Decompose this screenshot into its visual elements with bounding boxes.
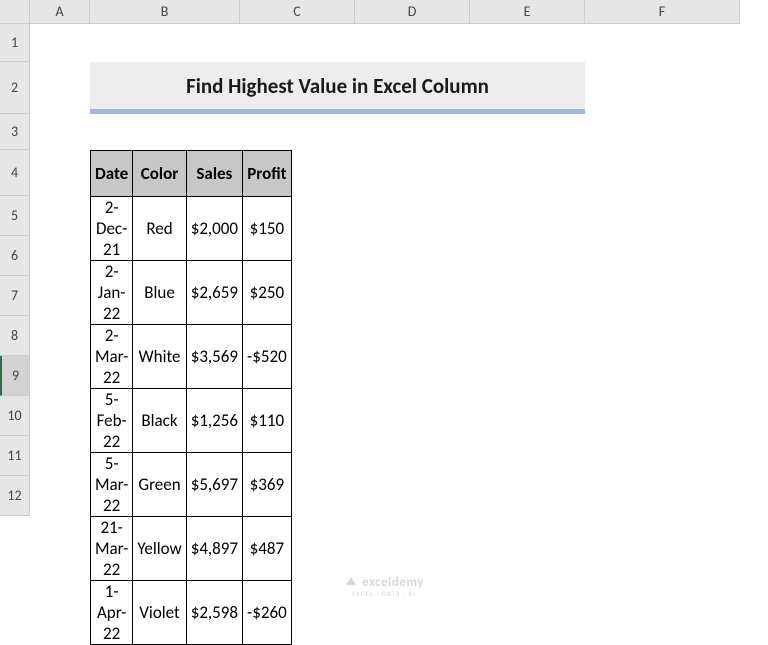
col-header-e[interactable]: E xyxy=(470,0,585,23)
cell-color[interactable]: White xyxy=(133,325,186,389)
cell-color[interactable]: Green xyxy=(133,453,186,517)
col-header-b[interactable]: B xyxy=(90,0,240,23)
cell-color[interactable]: Violet xyxy=(133,581,186,645)
row-header-4[interactable]: 4 xyxy=(0,150,29,196)
title-banner: Find Highest Value in Excel Column xyxy=(90,62,585,114)
cell-profit[interactable]: -$260 xyxy=(243,581,292,645)
cell-profit[interactable]: $487 xyxy=(243,517,292,581)
table-row: 2-Mar-22White$3,569-$520 xyxy=(91,325,292,389)
cell-color[interactable]: Yellow xyxy=(133,517,186,581)
table-header-date: Date xyxy=(91,151,133,197)
spreadsheet: ABCDEF 123456789101112 Find Highest Valu… xyxy=(0,0,768,620)
select-all-corner[interactable] xyxy=(0,0,30,24)
cell-date[interactable]: 2-Mar-22 xyxy=(91,325,133,389)
col-header-a[interactable]: A xyxy=(30,0,90,23)
title-text: Find Highest Value in Excel Column xyxy=(186,73,489,99)
table-row: 2-Dec-21Red$2,000$150 xyxy=(91,197,292,261)
row-header-6[interactable]: 6 xyxy=(0,236,29,276)
cell-profit[interactable]: -$520 xyxy=(243,325,292,389)
cell-date[interactable]: 2-Jan-22 xyxy=(91,261,133,325)
cell-color[interactable]: Red xyxy=(133,197,186,261)
table-row: 1-Apr-22Violet$2,598-$260 xyxy=(91,581,292,645)
row-header-7[interactable]: 7 xyxy=(0,276,29,316)
table-row: 2-Jan-22Blue$2,659$250 xyxy=(91,261,292,325)
col-header-f[interactable]: F xyxy=(585,0,740,23)
cell-date[interactable]: 21-Mar-22 xyxy=(91,517,133,581)
cell-date[interactable]: 2-Dec-21 xyxy=(91,197,133,261)
table-row: 5-Feb-22Black$1,256$110 xyxy=(91,389,292,453)
cell-color[interactable]: Blue xyxy=(133,261,186,325)
row-header-5[interactable]: 5 xyxy=(0,196,29,236)
cell-profit[interactable]: $369 xyxy=(243,453,292,517)
column-headers: ABCDEF xyxy=(30,0,740,24)
row-header-9[interactable]: 9 xyxy=(0,356,29,396)
table-header-color: Color xyxy=(133,151,186,197)
cell-profit[interactable]: $150 xyxy=(243,197,292,261)
watermark-brand: exceldemy xyxy=(362,575,424,590)
col-header-d[interactable]: D xyxy=(355,0,470,23)
cell-sales[interactable]: $3,569 xyxy=(186,325,242,389)
row-header-3[interactable]: 3 xyxy=(0,114,29,150)
row-header-11[interactable]: 11 xyxy=(0,436,29,476)
cell-color[interactable]: Black xyxy=(133,389,186,453)
cell-profit[interactable]: $250 xyxy=(243,261,292,325)
row-header-12[interactable]: 12 xyxy=(0,476,29,516)
table-row: 21-Mar-22Yellow$4,897$487 xyxy=(91,517,292,581)
row-header-10[interactable]: 10 xyxy=(0,396,29,436)
row-header-8[interactable]: 8 xyxy=(0,316,29,356)
row-headers: 123456789101112 xyxy=(0,24,30,516)
cell-date[interactable]: 1-Apr-22 xyxy=(91,581,133,645)
cell-profit[interactable]: $110 xyxy=(243,389,292,453)
cell-sales[interactable]: $2,000 xyxy=(186,197,242,261)
table-row: 5-Mar-22Green$5,697$369 xyxy=(91,453,292,517)
row-header-1[interactable]: 1 xyxy=(0,24,29,62)
cell-sales[interactable]: $5,697 xyxy=(186,453,242,517)
cell-sales[interactable]: $1,256 xyxy=(186,389,242,453)
data-table: DateColorSalesProfit 2-Dec-21Red$2,000$1… xyxy=(90,150,292,645)
table-header-sales: Sales xyxy=(186,151,242,197)
cell-sales[interactable]: $2,598 xyxy=(186,581,242,645)
table-header-profit: Profit xyxy=(243,151,292,197)
cell-date[interactable]: 5-Mar-22 xyxy=(91,453,133,517)
cell-sales[interactable]: $4,897 xyxy=(186,517,242,581)
row-header-2[interactable]: 2 xyxy=(0,62,29,114)
col-header-c[interactable]: C xyxy=(240,0,355,23)
cell-sales[interactable]: $2,659 xyxy=(186,261,242,325)
cell-date[interactable]: 5-Feb-22 xyxy=(91,389,133,453)
logo-icon xyxy=(344,575,358,591)
